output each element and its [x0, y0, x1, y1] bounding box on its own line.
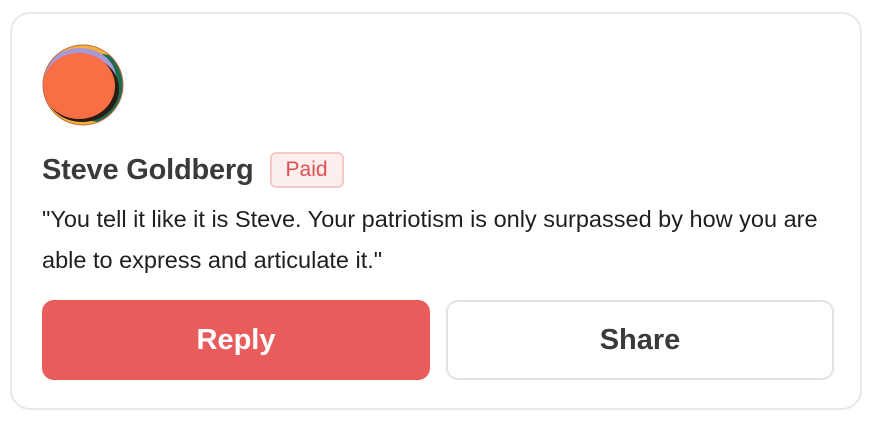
- comment-card: Steve Goldberg Paid "You tell it like it…: [10, 12, 862, 410]
- reply-button[interactable]: Reply: [42, 300, 430, 380]
- paid-badge: Paid: [269, 152, 344, 188]
- comment-text: "You tell it like it is Steve. Your patr…: [42, 206, 818, 273]
- avatar-icon: [42, 44, 124, 126]
- author-row: Steve Goldberg Paid: [42, 150, 344, 190]
- author-name[interactable]: Steve Goldberg: [42, 154, 254, 187]
- share-button[interactable]: Share: [446, 300, 834, 380]
